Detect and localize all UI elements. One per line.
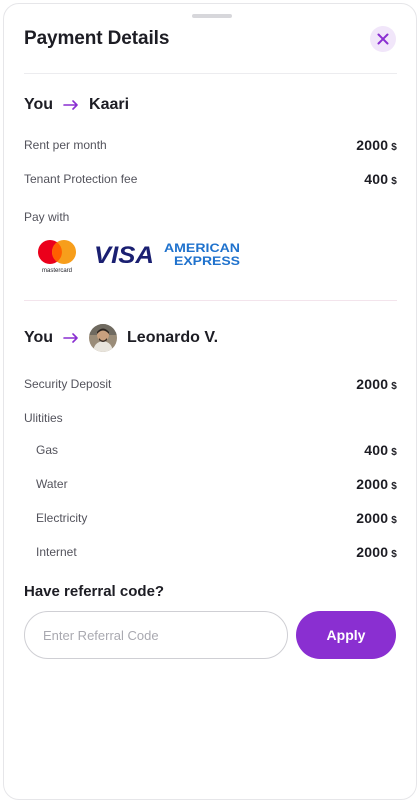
svg-text:mastercard: mastercard (42, 268, 72, 274)
fee-row-protection: Tenant Protection fee 400 $ (24, 169, 397, 189)
arrow-right-icon (63, 333, 79, 343)
mastercard-logo[interactable]: mastercard (36, 238, 78, 274)
utility-label: Internet (36, 545, 77, 559)
section-divider (24, 300, 397, 301)
american-express-logo[interactable]: AMERICAN EXPRESS (164, 241, 242, 272)
header-divider (24, 73, 397, 74)
close-icon (377, 33, 389, 45)
fee-row-deposit: Security Deposit 2000 $ (24, 374, 397, 394)
utility-row-water: Water 2000 $ (24, 474, 397, 494)
fee-value: 2000 $ (356, 376, 397, 392)
pay-with-label: Pay with (24, 210, 70, 224)
route-to: Leonardo V. (127, 329, 219, 346)
route-from: You (24, 329, 54, 346)
route-from: You (24, 96, 54, 113)
utility-label: Water (36, 477, 68, 491)
arrow-right-icon (63, 100, 79, 110)
apply-button[interactable]: Apply (296, 611, 396, 659)
fee-label: Tenant Protection fee (24, 172, 138, 186)
route-to: Kaari (89, 96, 130, 113)
fee-value: 400 $ (364, 171, 397, 187)
utility-value: 2000 $ (356, 476, 397, 492)
page-title: Payment Details (24, 28, 170, 49)
payment-route-landlord: You Leonardo V. (24, 324, 218, 352)
svg-text:EXPRESS: EXPRESS (174, 254, 240, 267)
utility-label: Gas (36, 443, 59, 457)
svg-text:AMERICAN: AMERICAN (164, 241, 240, 255)
utility-row-gas: Gas 400 $ (24, 440, 397, 460)
referral-code-input[interactable] (24, 611, 288, 659)
close-button[interactable] (370, 26, 396, 52)
utilities-label: Ulitities (24, 411, 63, 425)
payment-details-sheet: Payment Details You Kaari Rent per month… (3, 3, 417, 800)
utility-label: Electricity (36, 511, 88, 525)
fee-value: 2000 $ (356, 137, 397, 153)
drag-handle[interactable] (192, 14, 232, 18)
fee-row-rent: Rent per month 2000 $ (24, 135, 397, 155)
fee-label: Rent per month (24, 138, 107, 152)
referral-title: Have referral code? (24, 583, 165, 600)
utility-value: 2000 $ (356, 510, 397, 526)
utility-row-electricity: Electricity 2000 $ (24, 508, 397, 528)
visa-logo[interactable]: VISA (94, 242, 156, 271)
svg-text:VISA: VISA (94, 242, 154, 266)
avatar (89, 324, 118, 352)
utility-value: 400 $ (364, 442, 397, 458)
utility-row-internet: Internet 2000 $ (24, 542, 397, 562)
payment-methods: mastercard VISA AMERICAN EXPRESS (36, 238, 242, 274)
utility-value: 2000 $ (356, 544, 397, 560)
payment-route-kaari: You Kaari (24, 96, 129, 114)
fee-label: Security Deposit (24, 377, 112, 391)
